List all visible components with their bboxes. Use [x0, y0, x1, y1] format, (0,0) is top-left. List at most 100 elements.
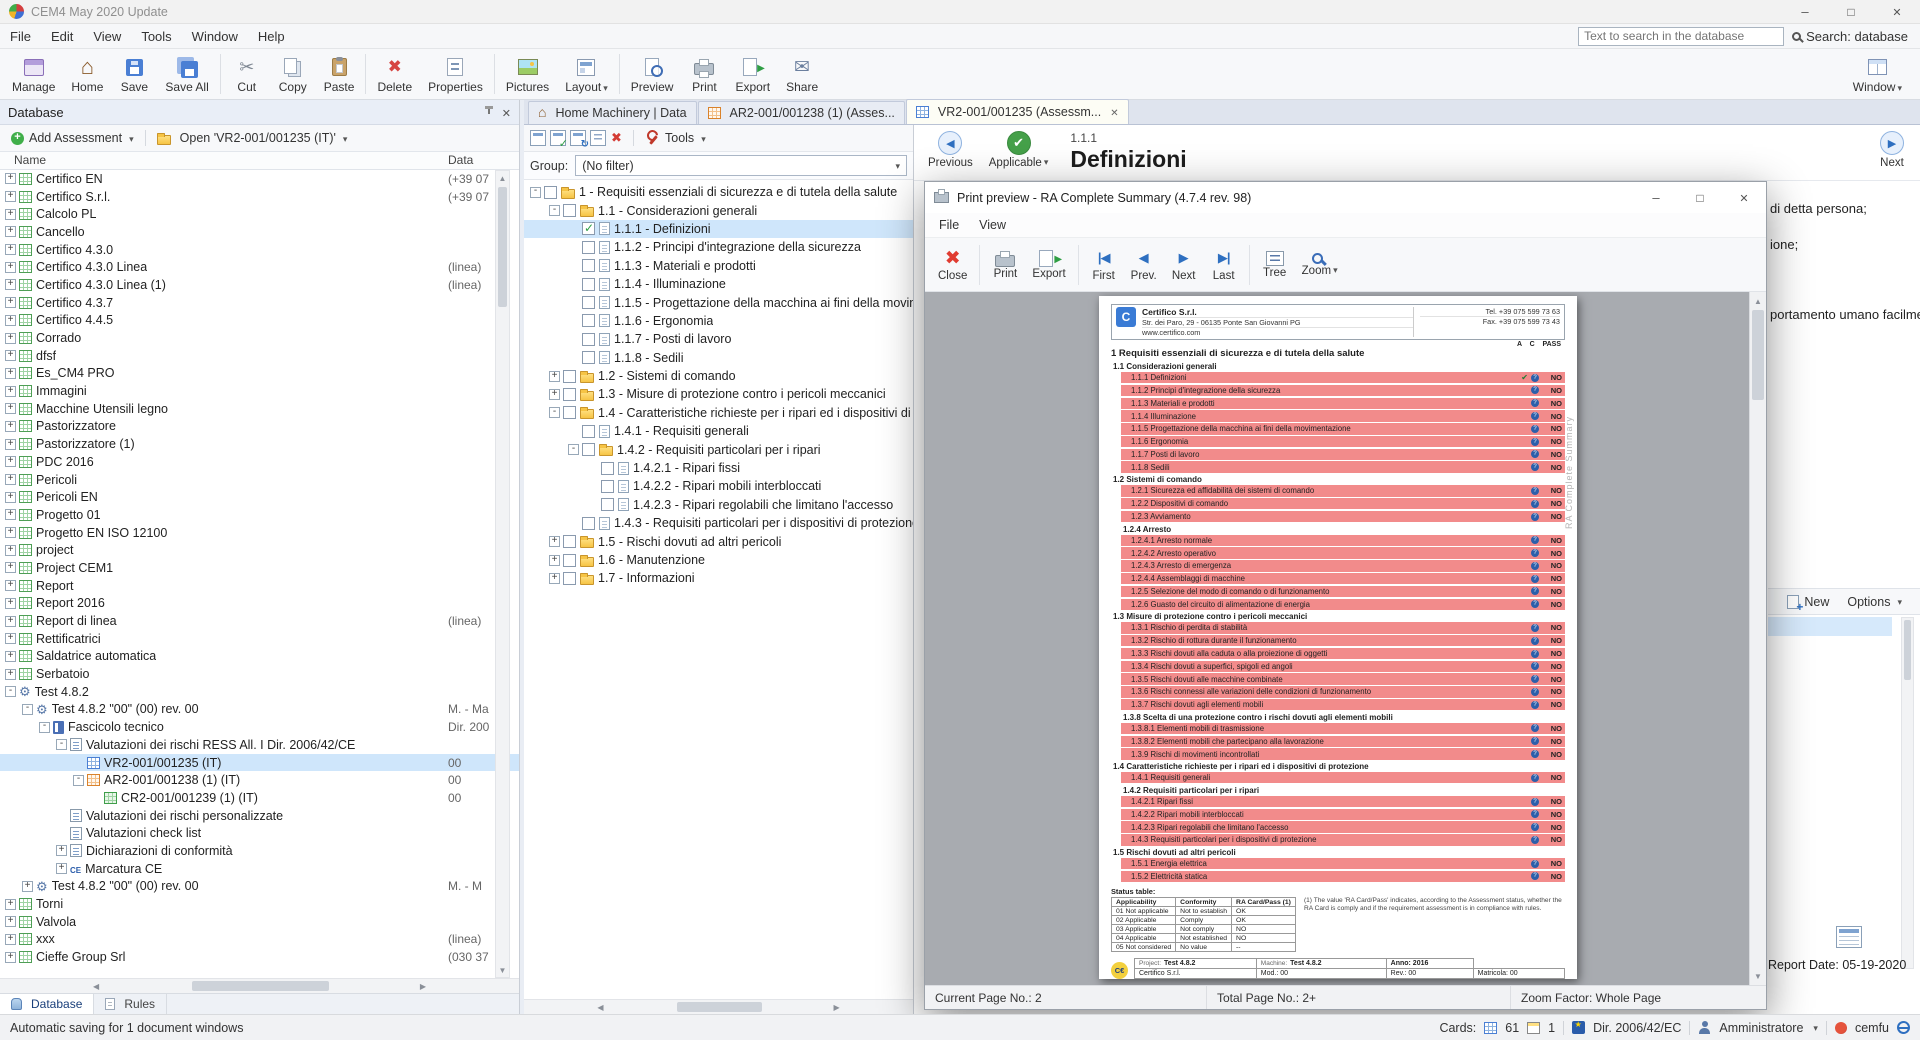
expand-icon[interactable]: [5, 191, 16, 202]
expand-icon[interactable]: [549, 555, 560, 566]
expand-icon[interactable]: [549, 536, 560, 547]
scroll-down-icon[interactable]: [496, 963, 509, 977]
ribbon-button-cut[interactable]: Cut: [224, 49, 270, 99]
checkbox-unchecked[interactable]: [582, 278, 595, 291]
checkbox-unchecked[interactable]: [582, 517, 595, 530]
expand-icon[interactable]: [5, 386, 16, 397]
checkbox-unchecked[interactable]: [563, 370, 576, 383]
requirement-tree-row[interactable]: 1.5 - Rischi dovuti ad altri pericoli: [524, 532, 913, 550]
db-tree-row[interactable]: Report: [0, 577, 519, 595]
preview-last-button[interactable]: Last: [1204, 244, 1244, 285]
open-assessment-button[interactable]: Open 'VR2-001/001235 (IT)': [152, 129, 353, 147]
requirement-tree-row[interactable]: 1.1.7 - Posti di lavoro: [524, 330, 913, 348]
collapse-icon[interactable]: [568, 444, 579, 455]
collapse-icon[interactable]: [73, 775, 84, 786]
collapse-icon[interactable]: [39, 722, 50, 733]
collapse-icon[interactable]: [549, 407, 560, 418]
requirement-tree-row[interactable]: 1.1.1 - Definizioni: [524, 220, 913, 238]
checkbox-unchecked[interactable]: [582, 333, 595, 346]
db-tree-row[interactable]: Calcolo PL: [0, 205, 519, 223]
db-tree-row[interactable]: Certifico 4.4.5: [0, 312, 519, 330]
db-tree-row[interactable]: Report di linea(linea): [0, 612, 519, 630]
ribbon-button-paste[interactable]: Paste: [316, 49, 363, 99]
db-tree-row[interactable]: Certifico 4.3.0 Linea(linea): [0, 258, 519, 276]
scroll-thumb[interactable]: [1752, 310, 1764, 400]
menu-edit[interactable]: Edit: [41, 26, 83, 47]
search-database-button[interactable]: Search: database: [1792, 29, 1908, 44]
expand-icon[interactable]: [56, 863, 67, 874]
db-tree-row[interactable]: Progetto 01: [0, 506, 519, 524]
scroll-thumb[interactable]: [192, 981, 329, 991]
checkbox-unchecked[interactable]: [582, 259, 595, 272]
column-name[interactable]: Name: [14, 153, 46, 167]
card-icon[interactable]: [530, 130, 546, 146]
expand-icon[interactable]: [5, 952, 16, 963]
expand-icon[interactable]: [5, 421, 16, 432]
db-tree-row[interactable]: Pastorizzatore: [0, 418, 519, 436]
ribbon-button-properties[interactable]: Properties: [420, 49, 491, 99]
preview-close-button[interactable]: Close: [931, 244, 974, 285]
db-tree-row[interactable]: Es_CM4 PRO: [0, 365, 519, 383]
requirement-tree-row[interactable]: 1.4.1 - Requisiti generali: [524, 422, 913, 440]
preview-menu-view[interactable]: View: [969, 215, 1016, 235]
scroll-left-icon[interactable]: [2, 979, 190, 993]
ribbon-button-print[interactable]: Print: [681, 49, 727, 99]
expand-icon[interactable]: [5, 368, 16, 379]
db-tree-row[interactable]: Certifico 4.3.0: [0, 241, 519, 259]
requirement-tree-row[interactable]: 1.2 - Sistemi di comando: [524, 367, 913, 385]
db-tree-row[interactable]: Test 4.8.2 "00" (00) rev. 00M. - M: [0, 878, 519, 896]
scroll-thumb[interactable]: [498, 187, 507, 307]
card-sync-icon[interactable]: [570, 130, 586, 146]
tools-button[interactable]: Tools: [645, 131, 706, 146]
checkbox-unchecked[interactable]: [563, 204, 576, 217]
requirement-tree-row[interactable]: 1.7 - Informazioni: [524, 569, 913, 587]
db-tree-row[interactable]: VR2-001/001235 (IT)00: [0, 754, 519, 772]
card-check-icon[interactable]: [550, 130, 566, 146]
checkbox-unchecked[interactable]: [544, 186, 557, 199]
requirement-tree-row[interactable]: 1.6 - Manutenzione: [524, 551, 913, 569]
expand-icon[interactable]: [5, 244, 16, 255]
cards-scrollbar[interactable]: [1901, 617, 1914, 969]
expand-icon[interactable]: [5, 545, 16, 556]
expand-icon[interactable]: [5, 297, 16, 308]
expand-icon[interactable]: [5, 315, 16, 326]
db-tree-row[interactable]: Certifico S.r.l.(+39 07: [0, 188, 519, 206]
preview-next-button[interactable]: Next: [1164, 244, 1204, 285]
ribbon-button-save[interactable]: Save: [111, 49, 157, 99]
requirement-tree-row[interactable]: 1.3 - Misure di protezione contro i peri…: [524, 385, 913, 403]
requirement-tree-row[interactable]: 1.1.8 - Sedili: [524, 349, 913, 367]
db-tree-row[interactable]: Fascicolo tecnicoDir. 200: [0, 718, 519, 736]
db-tree-row[interactable]: Cancello: [0, 223, 519, 241]
requirement-tree-row[interactable]: 1.1.4 - Illuminazione: [524, 275, 913, 293]
db-tree-row[interactable]: Valutazioni dei rischi personalizzate: [0, 807, 519, 825]
requirement-tree-row[interactable]: 1.1 - Considerazioni generali: [524, 201, 913, 219]
ribbon-button-save-all[interactable]: Save All: [157, 49, 216, 99]
db-tree-row[interactable]: PDC 2016: [0, 453, 519, 471]
scroll-up-icon[interactable]: [496, 171, 509, 185]
close-tab-icon[interactable]: [1110, 105, 1118, 119]
expand-icon[interactable]: [5, 934, 16, 945]
db-tree-row[interactable]: Saldatrice automatica: [0, 648, 519, 666]
db-tree-row[interactable]: Rettificatrici: [0, 630, 519, 648]
db-tree-row[interactable]: Certifico 4.3.0 Linea (1)(linea): [0, 276, 519, 294]
db-tree-row[interactable]: Certifico 4.3.7: [0, 294, 519, 312]
document-tab[interactable]: Home Machinery | Data: [528, 101, 697, 124]
applicable-button[interactable]: Applicable: [983, 129, 1055, 171]
scroll-left-icon[interactable]: [526, 1000, 675, 1014]
db-tree-row[interactable]: dfsf: [0, 347, 519, 365]
ribbon-button-export[interactable]: Export: [727, 49, 778, 99]
ribbon-button-delete[interactable]: Delete: [369, 49, 420, 99]
checkbox-unchecked[interactable]: [582, 443, 595, 456]
user-label[interactable]: Amministratore: [1719, 1021, 1803, 1035]
new-button[interactable]: New: [1781, 593, 1835, 611]
preview-zoom-button[interactable]: Zoom: [1295, 250, 1345, 280]
requirement-tree-row[interactable]: 1 - Requisiti essenziali di sicurezza e …: [524, 183, 913, 201]
db-tree-row[interactable]: CR2-001/001239 (1) (IT)00: [0, 789, 519, 807]
dialog-maximize-button[interactable]: [1678, 182, 1722, 213]
pin-icon[interactable]: [483, 106, 494, 118]
db-tree-row[interactable]: Valutazioni dei rischi RESS All. I Dir. …: [0, 736, 519, 754]
menu-view[interactable]: View: [83, 26, 131, 47]
db-tree-row[interactable]: Progetto EN ISO 12100: [0, 524, 519, 542]
remove-red-icon[interactable]: [610, 130, 626, 146]
collapse-icon[interactable]: [5, 686, 16, 697]
